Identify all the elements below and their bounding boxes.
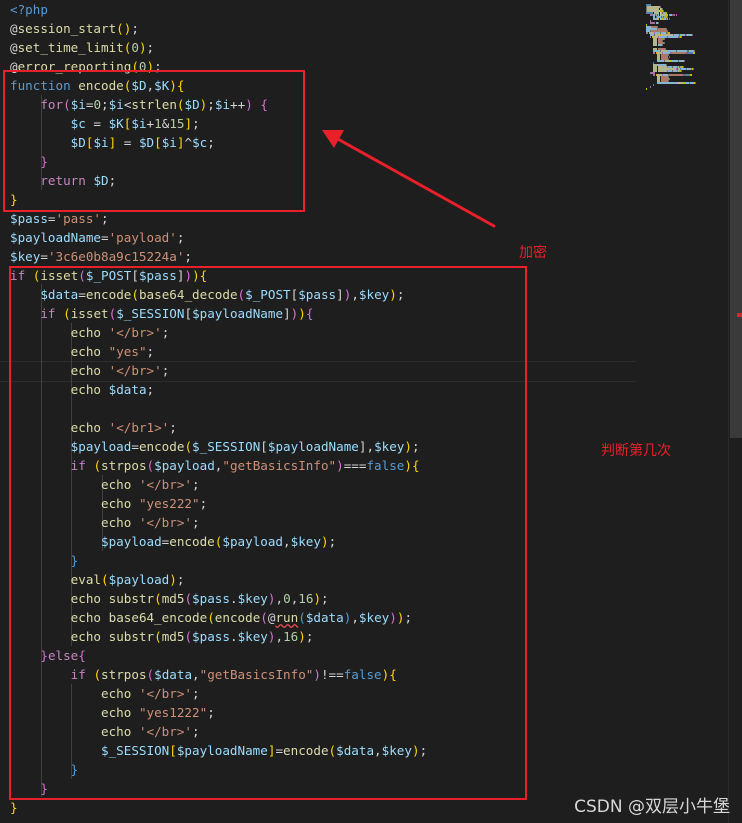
csdn-watermark: CSDN @双层小牛堡	[574, 797, 730, 817]
arrow-shaft	[334, 136, 496, 228]
judge-count-annotation: 判断第几次	[601, 443, 671, 459]
annotation-arrow	[322, 130, 496, 228]
encrypt-annotation: 加密	[519, 245, 547, 261]
